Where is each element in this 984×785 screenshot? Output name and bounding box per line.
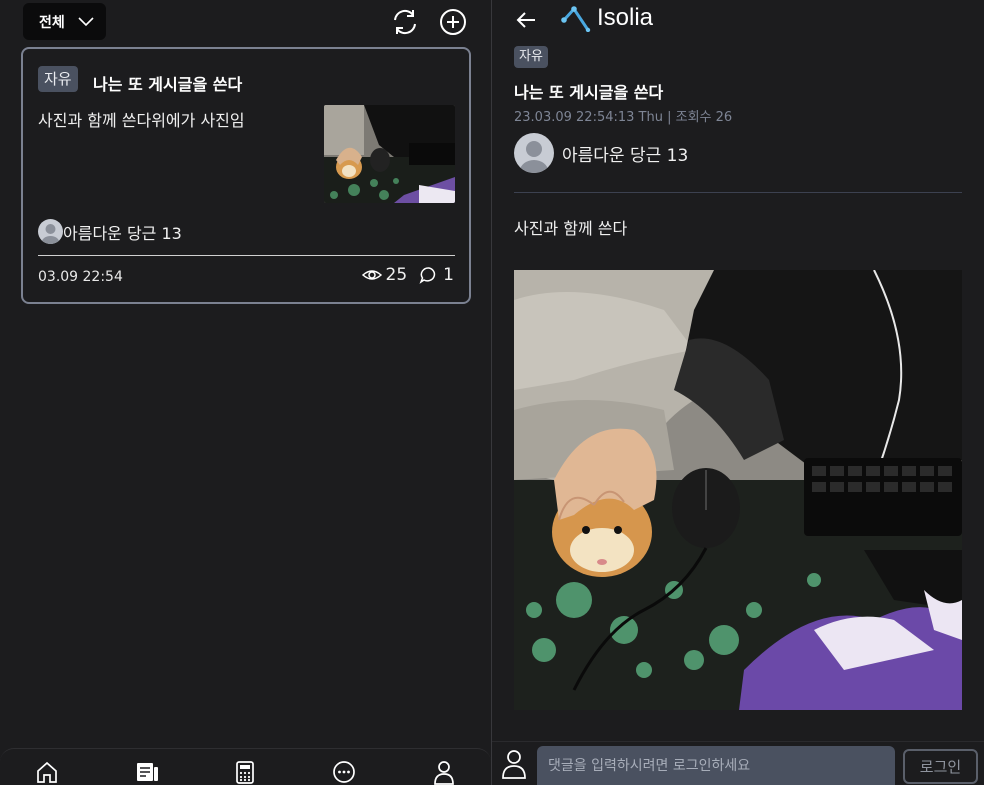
- post-card-author: 아름다운 당근 13: [38, 219, 182, 244]
- divider: [38, 255, 455, 256]
- app-name: Isolia: [597, 4, 654, 31]
- comment-icon: [419, 267, 436, 284]
- chevron-down-icon: [78, 16, 94, 26]
- profile-icon: [434, 761, 454, 785]
- isolia-logo-icon: [561, 6, 591, 32]
- post-card-category-badge: 자유: [38, 66, 78, 92]
- nav-profile[interactable]: [431, 759, 457, 785]
- post-card-title: 나는 또 게시글을 쓴다: [93, 75, 243, 94]
- calculator-icon: [236, 761, 254, 784]
- post-category-badge: 자유: [514, 46, 548, 68]
- post-detail-pane: Isolia 자유 나는 또 게시글을 쓴다 23.03.09 22:54:13…: [492, 0, 984, 785]
- bottom-navigation: [0, 748, 491, 785]
- more-icon: [333, 761, 355, 783]
- nav-board[interactable]: [134, 759, 160, 785]
- post-card-comment-count: 1: [443, 265, 454, 285]
- comment-bar: 로그인: [492, 741, 984, 785]
- post-card-author-name: 아름다운 당근 13: [63, 223, 182, 243]
- comment-input[interactable]: [537, 746, 895, 785]
- post-author-name: 아름다운 당근 13: [562, 145, 689, 166]
- post-photo[interactable]: [514, 270, 962, 710]
- app-logo[interactable]: Isolia: [561, 4, 653, 32]
- post-card-excerpt: 사진과 함께 쓴다위에가 사진임: [38, 111, 245, 130]
- post-body: 사진과 함께 쓴다: [514, 219, 628, 238]
- nav-home[interactable]: [34, 759, 60, 785]
- post-card-thumbnail: [324, 105, 455, 203]
- arrow-left-icon: [516, 12, 535, 28]
- login-button[interactable]: 로그인: [903, 749, 978, 784]
- home-icon: [37, 761, 57, 783]
- refresh-icon: [394, 9, 416, 35]
- new-post-button[interactable]: [438, 7, 468, 37]
- category-filter-label: 전체: [39, 14, 65, 31]
- category-filter-dropdown[interactable]: 전체: [23, 3, 106, 40]
- nav-calculator[interactable]: [232, 759, 258, 785]
- back-button[interactable]: [513, 7, 539, 33]
- eye-icon: [361, 270, 382, 280]
- plus-circle-icon: [440, 9, 466, 35]
- post-card-date: 03.09 22:54: [38, 269, 123, 285]
- post-card-view-count: 25: [385, 265, 408, 285]
- avatar: [514, 133, 554, 173]
- post-card[interactable]: 자유 나는 또 게시글을 쓴다 사진과 함께 쓴다위에가 사진임 아름다운 당근…: [21, 47, 471, 304]
- avatar: [38, 219, 63, 244]
- post-list-pane: 전체 자유 나는 또 게시글을 쓴다 사진과 함께 쓴다위에가 사진임 아름다운…: [0, 0, 491, 785]
- post-title: 나는 또 게시글을 쓴다: [514, 83, 664, 102]
- divider: [514, 192, 962, 193]
- post-author[interactable]: 아름다운 당근 13: [514, 133, 688, 173]
- nav-more[interactable]: [331, 759, 357, 785]
- post-card-stats: 25 1: [361, 265, 454, 285]
- post-meta: 23.03.09 22:54:13 Thu | 조회수 26: [514, 110, 733, 125]
- user-icon: [502, 750, 526, 779]
- refresh-button[interactable]: [390, 7, 420, 37]
- board-icon: [137, 763, 158, 781]
